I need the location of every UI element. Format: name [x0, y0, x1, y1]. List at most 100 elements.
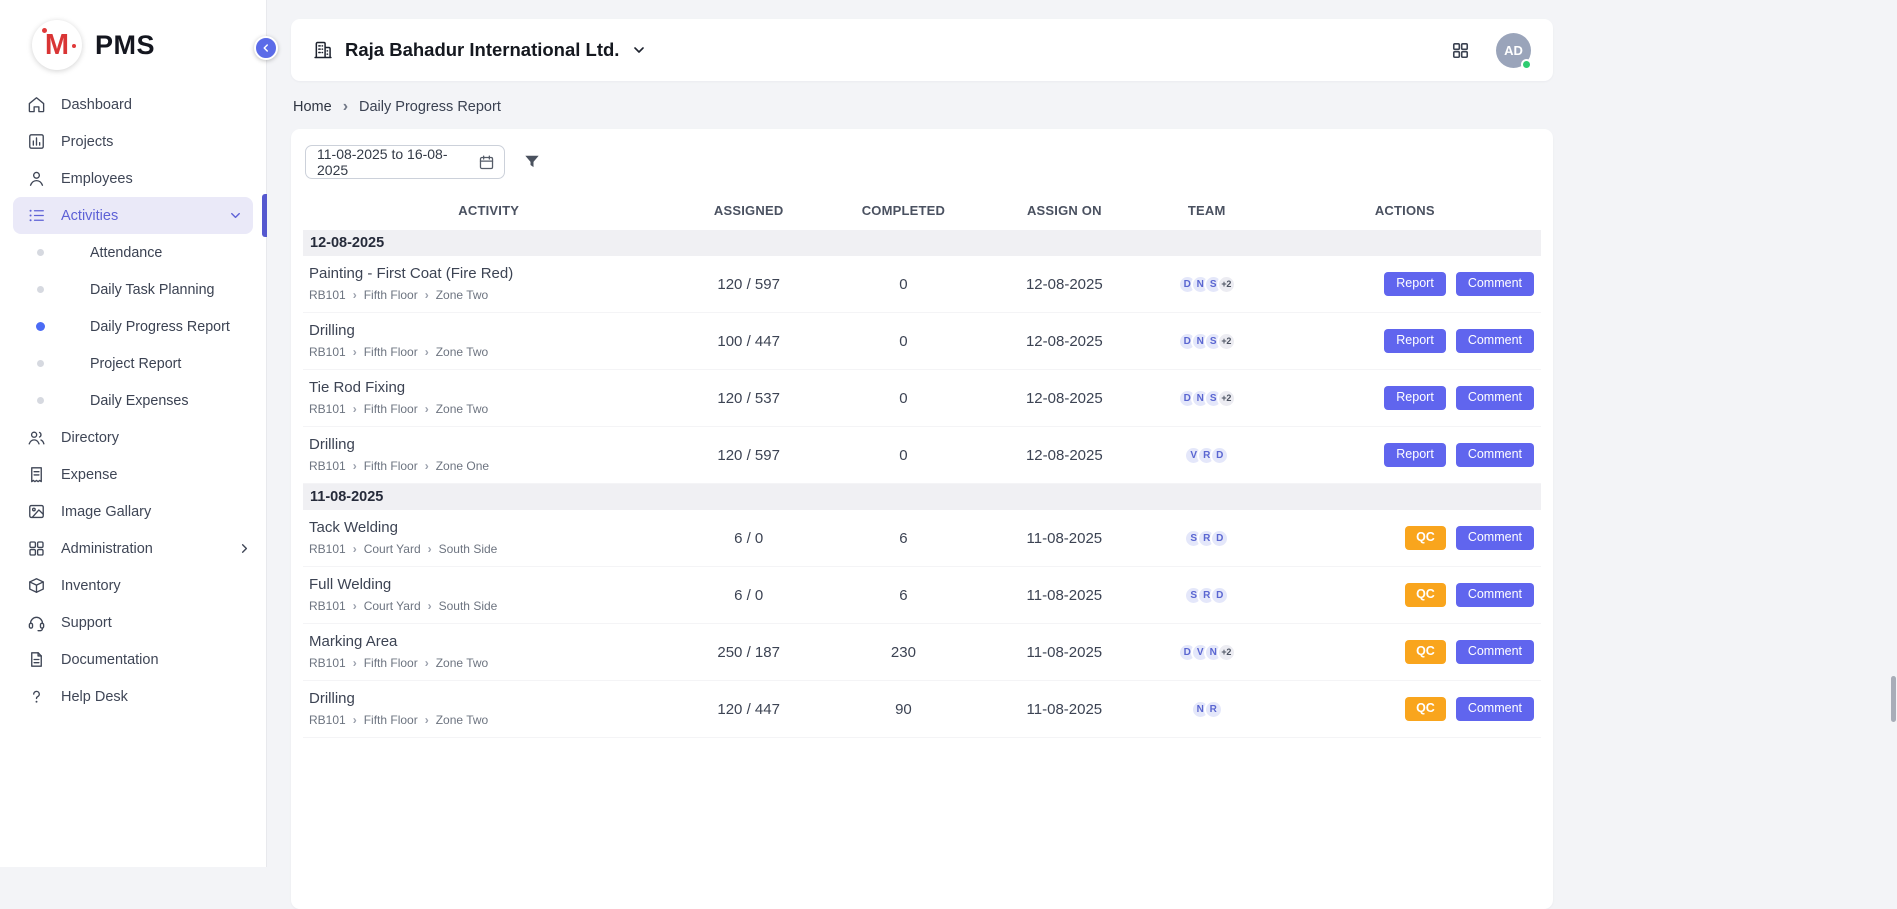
bullet-icon — [36, 322, 45, 331]
sidebar-subitem-daily-task-planning[interactable]: Daily Task Planning — [0, 271, 266, 308]
path-segment: Zone One — [436, 459, 489, 473]
path-segment: Zone Two — [436, 713, 488, 727]
path-segment: South Side — [439, 542, 498, 556]
team-extra-count[interactable]: +2 — [1217, 332, 1236, 351]
team-extra-count[interactable]: +2 — [1217, 389, 1236, 408]
actions-cell: QC Comment — [1269, 510, 1541, 567]
report-button[interactable]: Report — [1384, 272, 1446, 296]
chevron-separator-icon — [425, 459, 429, 473]
assigned-cell: 120 / 447 — [674, 681, 823, 738]
sidebar-item-directory[interactable]: Directory — [0, 419, 266, 456]
chevron-separator-icon — [425, 345, 429, 359]
vertical-scrollbar[interactable] — [1891, 676, 1896, 722]
report-button[interactable]: Report — [1384, 329, 1446, 353]
completed-cell: 0 — [823, 256, 984, 313]
team-avatar[interactable]: D — [1210, 586, 1229, 605]
assigned-cell: 100 / 447 — [674, 313, 823, 370]
comment-button[interactable]: Comment — [1456, 640, 1534, 664]
activity-row: Painting - First Coat (Fire Red)RB101Fif… — [303, 256, 1541, 313]
app-name: PMS — [95, 30, 155, 61]
date-range-value: 11-08-2025 to 16-08-2025 — [317, 146, 478, 178]
company-selector[interactable]: Raja Bahadur International Ltd. — [313, 39, 647, 61]
qc-button[interactable]: QC — [1405, 640, 1446, 664]
directory-icon — [27, 428, 46, 447]
apps-grid-button[interactable] — [1451, 41, 1470, 60]
activity-cell: Full WeldingRB101Court YardSouth Side — [303, 567, 674, 624]
team-cell: NR — [1145, 681, 1269, 738]
sidebar-item-documentation[interactable]: Documentation — [0, 641, 266, 678]
content-card: 11-08-2025 to 16-08-2025 ACT — [291, 129, 1553, 909]
sidebar-item-activities[interactable]: Activities — [13, 197, 253, 234]
active-indicator — [262, 194, 267, 237]
qc-button[interactable]: QC — [1405, 583, 1446, 607]
team-avatars: NR — [1146, 700, 1268, 719]
report-button[interactable]: Report — [1384, 443, 1446, 467]
completed-cell: 0 — [823, 427, 984, 484]
comment-button[interactable]: Comment — [1456, 386, 1534, 410]
team-extra-count[interactable]: +2 — [1217, 275, 1236, 294]
team-avatars: DNS+2 — [1146, 275, 1268, 294]
assigned-cell: 250 / 187 — [674, 624, 823, 681]
assigned-cell: 120 / 597 — [674, 427, 823, 484]
sidebar-item-support[interactable]: Support — [0, 604, 266, 641]
sidebar-item-administration[interactable]: Administration — [0, 530, 266, 567]
table-header: ACTIVITY ASSIGNED COMPLETED ASSIGN ON TE… — [303, 191, 1541, 230]
gallery-icon — [27, 502, 46, 521]
completed-cell: 230 — [823, 624, 984, 681]
comment-button[interactable]: Comment — [1456, 697, 1534, 721]
chevron-left-icon — [260, 42, 272, 54]
sidebar-item-expense[interactable]: Expense — [0, 456, 266, 493]
team-avatar[interactable]: D — [1210, 529, 1229, 548]
sidebar-subitem-project-report[interactable]: Project Report — [0, 345, 266, 382]
activity-path: RB101Fifth FloorZone Two — [309, 656, 668, 670]
activity-cell: DrillingRB101Fifth FloorZone Two — [303, 313, 674, 370]
sidebar-item-inventory[interactable]: Inventory — [0, 567, 266, 604]
sidebar-subitem-attendance[interactable]: Attendance — [0, 234, 266, 271]
comment-button[interactable]: Comment — [1456, 526, 1534, 550]
user-avatar[interactable]: AD — [1496, 33, 1531, 68]
path-segment: Zone Two — [436, 345, 488, 359]
assigned-cell: 120 / 537 — [674, 370, 823, 427]
activity-name: Tack Welding — [309, 519, 668, 536]
activity-name: Drilling — [309, 322, 668, 339]
sidebar-item-projects[interactable]: Projects — [0, 123, 266, 160]
helpdesk-icon — [27, 687, 46, 706]
qc-button[interactable]: QC — [1405, 526, 1446, 550]
team-avatar[interactable]: D — [1210, 446, 1229, 465]
comment-button[interactable]: Comment — [1456, 329, 1534, 353]
qc-button[interactable]: QC — [1405, 697, 1446, 721]
assign-on-cell: 12-08-2025 — [984, 313, 1145, 370]
team-cell: VRD — [1145, 427, 1269, 484]
sidebar-item-label: Administration — [61, 541, 153, 557]
logo-mark-icon: M — [32, 20, 82, 70]
filter-button[interactable] — [522, 152, 542, 172]
main-area: Raja Bahadur International Ltd. AD Home — [267, 0, 1897, 867]
team-avatars: SRD — [1146, 529, 1268, 548]
path-segment: Fifth Floor — [364, 402, 418, 416]
chevron-separator-icon — [353, 288, 357, 302]
team-extra-count[interactable]: +2 — [1217, 643, 1236, 662]
comment-button[interactable]: Comment — [1456, 272, 1534, 296]
sidebar-collapse-button[interactable] — [254, 36, 278, 60]
breadcrumb-home[interactable]: Home — [293, 99, 332, 115]
sidebar-subitem-daily-expenses[interactable]: Daily Expenses — [0, 382, 266, 419]
path-segment: RB101 — [309, 599, 346, 613]
sidebar-item-image-gallary[interactable]: Image Gallary — [0, 493, 266, 530]
sidebar-item-label: Help Desk — [61, 689, 128, 705]
activities-icon — [27, 206, 46, 225]
date-range-input[interactable]: 11-08-2025 to 16-08-2025 — [305, 145, 505, 179]
activity-row: DrillingRB101Fifth FloorZone Two120 / 44… — [303, 681, 1541, 738]
sidebar-item-help-desk[interactable]: Help Desk — [0, 678, 266, 715]
report-button[interactable]: Report — [1384, 386, 1446, 410]
sidebar-item-dashboard[interactable]: Dashboard — [0, 86, 266, 123]
sidebar-submenu: Attendance Daily Task PlanningDaily Progr… — [0, 234, 266, 419]
sidebar-item-employees[interactable]: Employees — [0, 160, 266, 197]
date-group-label: 12-08-2025 — [303, 230, 1541, 256]
assign-on-cell: 12-08-2025 — [984, 427, 1145, 484]
comment-button[interactable]: Comment — [1456, 583, 1534, 607]
team-avatar[interactable]: R — [1204, 700, 1223, 719]
chevron-separator-icon — [353, 345, 357, 359]
sidebar-subitem-daily-progress-report[interactable]: Daily Progress Report — [0, 308, 266, 345]
comment-button[interactable]: Comment — [1456, 443, 1534, 467]
sidebar-subitem-label: Attendance — [90, 245, 162, 261]
